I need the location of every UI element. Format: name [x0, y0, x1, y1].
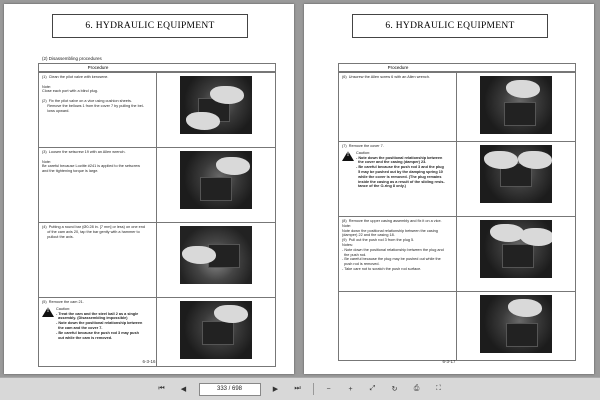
procedure-photo [180, 226, 252, 284]
table-row: (1) Clean the pilot valve with kerosene.… [39, 72, 275, 147]
zoom-in-icon[interactable]: + [344, 383, 358, 395]
text-line: (5) Remove the cam 21. [42, 300, 84, 304]
page-number: 6-3-17 [442, 359, 456, 364]
first-page-icon[interactable]: ⏮ [155, 383, 169, 395]
warning-icon: ! [342, 150, 354, 161]
text-line: while the cover is removed. (The plug re… [356, 174, 442, 179]
page-number: 6-3-16 [142, 359, 156, 364]
step-text: (1) Clean the pilot valve with kerosene.… [39, 73, 157, 147]
step-text: (3) Loosen the setscrew 19 with an Allen… [39, 148, 157, 222]
table-row: (6) Unscrew the Allen screw 6 with an Al… [339, 72, 575, 141]
table-row [339, 291, 575, 360]
fit-icon[interactable]: ⤢ [366, 383, 380, 395]
section-heading: (2) Disassembling procedures [42, 56, 102, 61]
fullscreen-icon[interactable]: ⛶ [432, 383, 446, 395]
print-icon[interactable]: ⎙ [410, 383, 424, 395]
text-line: lows upward. [42, 108, 70, 113]
last-page-icon[interactable]: ⏭ [291, 383, 305, 395]
next-page-icon[interactable]: ▶ [269, 383, 283, 395]
text-line: - Take care not to scratch the push rod … [342, 266, 422, 271]
text-line: (7) Remove the cover 7. [342, 144, 384, 148]
caution-text: - Treat the cam and the steel ball 2 as … [56, 312, 142, 341]
toolbar-divider [312, 383, 314, 395]
procedure-photo [480, 76, 552, 134]
step-text [339, 292, 457, 360]
procedure-photo [180, 151, 252, 209]
procedure-table: Procedure (6) Unscrew the Allen screw 6 … [338, 63, 576, 361]
table-row: (3) Loosen the setscrew 19 with an Allen… [39, 147, 275, 222]
text-line: tance of the O-ring 8 only.) [356, 184, 406, 189]
page-number-input[interactable]: 333 / 698 [198, 382, 261, 396]
step-text: (4) Putting a round bar (Ø0.28 in. [7 mm… [39, 223, 157, 297]
right-page: 6. HYDRAULIC EQUIPMENT Procedure (6) Uns… [304, 4, 594, 374]
table-row: (4) Putting a round bar (Ø0.28 in. [7 mm… [39, 222, 275, 297]
table-row: (7) Remove the cover 7. ! Caution: - Not… [339, 141, 575, 216]
table-row: (8) Remove the upper casing assembly and… [339, 216, 575, 291]
step-text: (8) Remove the upper casing assembly and… [339, 217, 457, 291]
procedure-table: Procedure (1) Clean the pilot valve with… [38, 63, 276, 367]
text-line: - Be careful because the push rod 3 may … [56, 330, 139, 335]
text-line: (6) Unscrew the Allen screw 6 with an Al… [342, 75, 430, 79]
table-row: (5) Remove the cam 21. ! Caution: - Trea… [39, 297, 275, 366]
step-text: (7) Remove the cover 7. ! Caution: - Not… [339, 142, 457, 216]
procedure-photo [480, 145, 552, 203]
step-text: (6) Unscrew the Allen screw 6 with an Al… [339, 73, 457, 141]
left-page: 6. HYDRAULIC EQUIPMENT (2) Disassembling… [4, 4, 294, 374]
rotate-icon[interactable]: ↻ [388, 383, 402, 395]
text-line: of the cam axis 20, tap the bar gently w… [42, 229, 140, 234]
text-line: and the tightening torque is large. [42, 169, 99, 174]
step-text: (5) Remove the cam 21. ! Caution: - Trea… [39, 298, 157, 366]
text-line: pullout the axis. [42, 234, 74, 239]
warning-icon: ! [42, 306, 54, 317]
table-header: Procedure [87, 65, 109, 70]
viewer-toolbar: ⏮ ◀ 333 / 698 ▶ ⏭ − + ⤢ ↻ ⎙ ⛶ [0, 377, 600, 400]
text-line: - Note down the positional relationship … [342, 247, 444, 252]
caution-text: - Note down the positional relationship … [356, 156, 445, 190]
text-line: (8) Remove the upper casing assembly and… [342, 219, 442, 223]
procedure-photo [480, 220, 552, 278]
procedure-photo [180, 301, 252, 359]
page-header: 6. HYDRAULIC EQUIPMENT [352, 14, 548, 38]
text-line: out while the cam is removed. [56, 335, 113, 340]
procedure-photo [480, 295, 552, 353]
text-line: Remove the bellows 1 from the cover 7 by… [42, 103, 144, 108]
table-header: Procedure [387, 65, 409, 70]
prev-page-icon[interactable]: ◀ [177, 383, 191, 395]
page-header: 6. HYDRAULIC EQUIPMENT [52, 14, 248, 38]
procedure-photo [180, 76, 252, 134]
zoom-out-icon[interactable]: − [322, 383, 336, 395]
